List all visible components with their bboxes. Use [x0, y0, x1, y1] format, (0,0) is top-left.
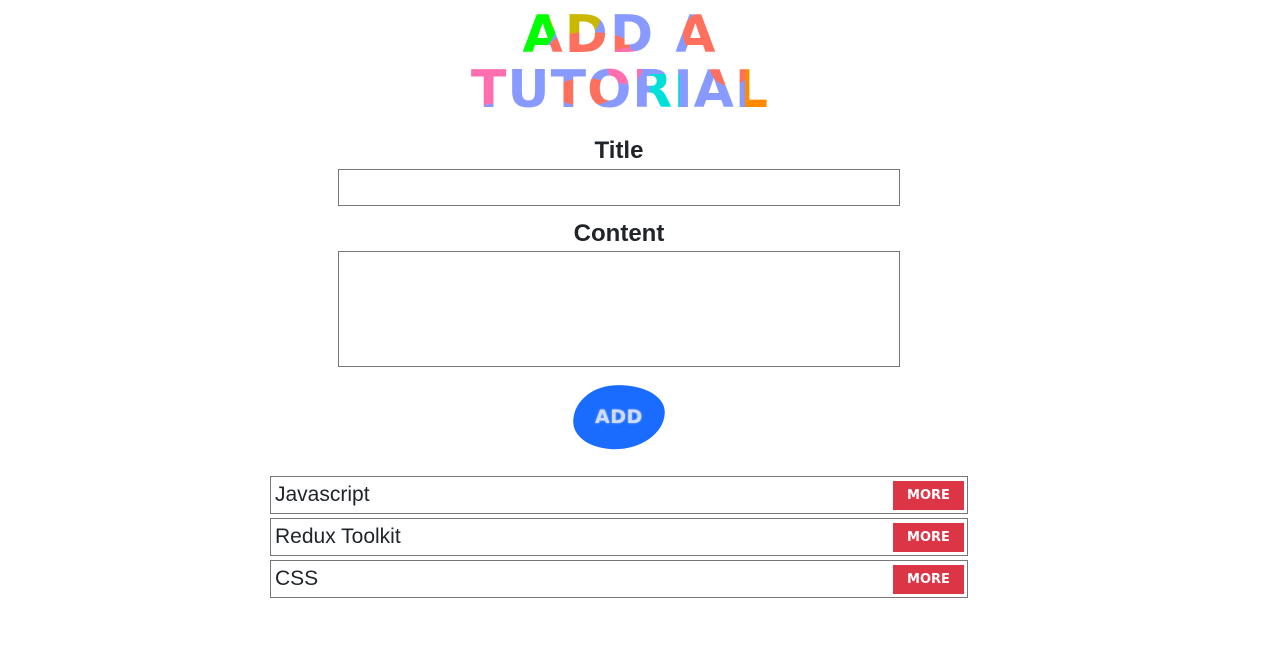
title-input[interactable]	[338, 169, 900, 206]
tutorial-list-item: Redux Toolkit MORE	[270, 518, 968, 556]
title-label: Title	[594, 137, 644, 164]
content-textarea[interactable]	[338, 251, 900, 367]
add-button-label: ADD	[595, 406, 643, 428]
tutorial-list: Javascript MORE Redux Toolkit MORE CSS M…	[270, 476, 968, 602]
more-button[interactable]: MORE	[893, 480, 964, 510]
content-label: Content	[573, 220, 665, 247]
tutorial-list-item: Javascript MORE	[270, 476, 968, 514]
add-a-tutorial-logo: ADD A TUTORIAL ADD A TUTORIAL	[455, 4, 785, 112]
tutorial-name: Javascript	[275, 483, 370, 506]
more-button[interactable]: MORE	[893, 564, 964, 594]
tutorial-list-item: CSS MORE	[270, 560, 968, 598]
tutorial-name: CSS	[275, 567, 319, 590]
add-button[interactable]: ADD	[570, 381, 668, 453]
page: ADD A TUTORIAL ADD A TUTORIAL Title	[0, 0, 1268, 648]
tutorial-name: Redux Toolkit	[275, 525, 401, 548]
more-button[interactable]: MORE	[893, 522, 964, 552]
